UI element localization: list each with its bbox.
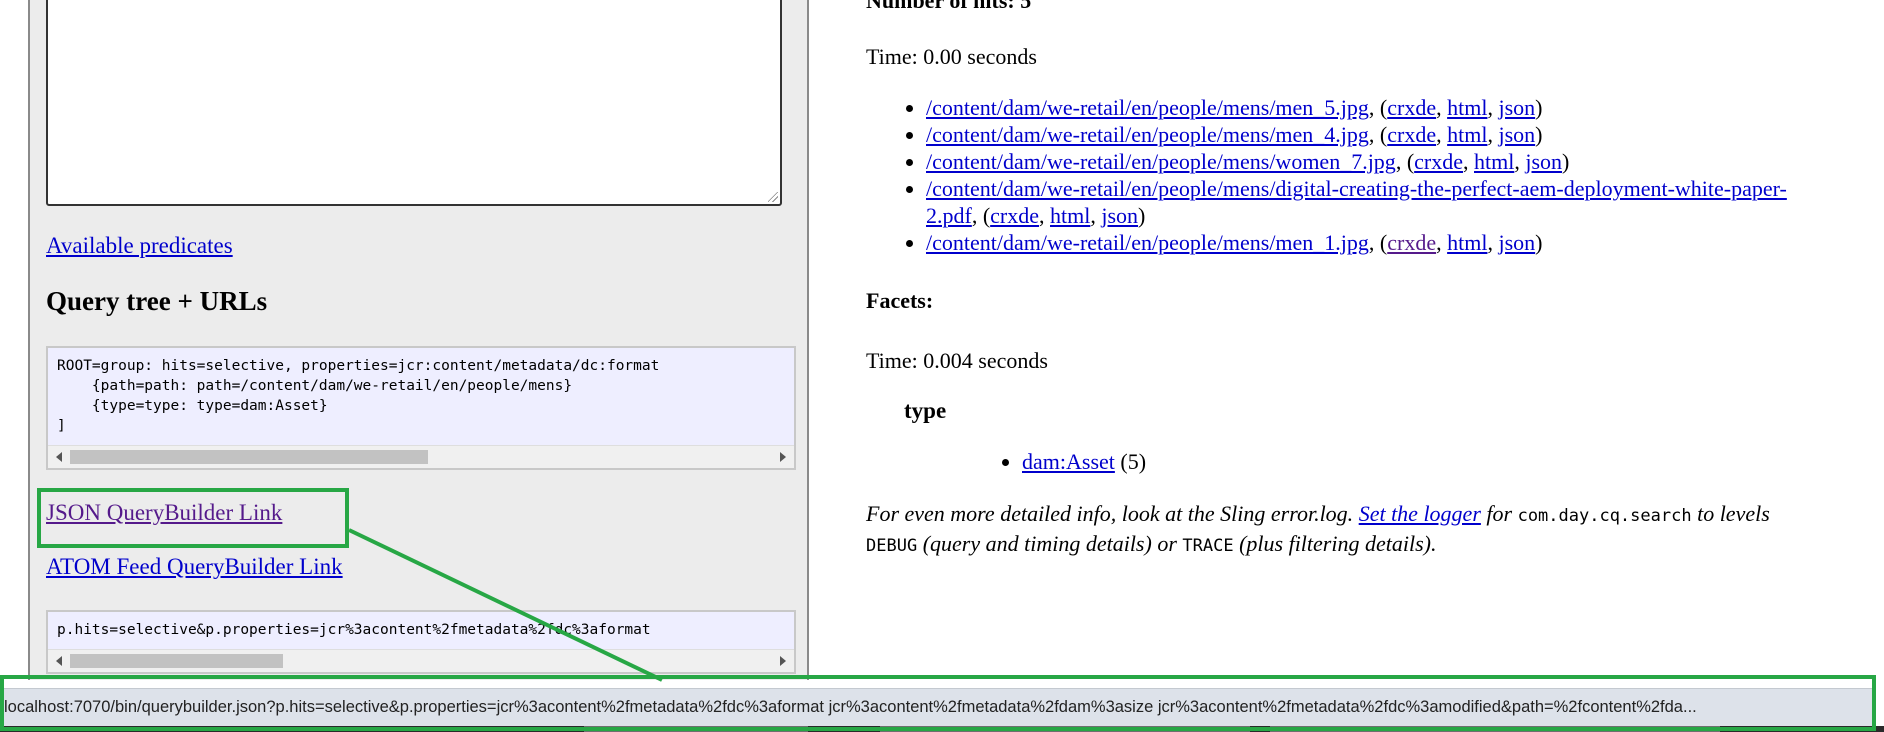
result-path-link[interactable]: /content/dam/we-retail/en/people/mens/wo… [926,149,1396,174]
facet-type-heading: type [904,398,947,423]
params-scrollbar[interactable] [48,649,794,672]
separator: , [1039,203,1051,228]
note-text: (query and timing details) or [917,531,1183,556]
separator: , ( [1368,95,1388,120]
query-tree-scrollbar[interactable] [48,445,794,468]
facet-dam-asset-link[interactable]: dam:Asset [1022,449,1115,474]
separator: , ( [1368,122,1388,147]
html-link[interactable]: html [1447,122,1487,147]
logger-name: com.day.cq.search [1517,506,1692,526]
json-link[interactable]: json [1498,122,1535,147]
facets-heading: Facets: [866,288,934,313]
html-link[interactable]: html [1474,149,1514,174]
facets-time: Time: 0.004 seconds [866,348,1048,373]
separator: , [1514,149,1526,174]
separator: , [1487,230,1499,255]
level-debug: DEBUG [866,536,918,556]
query-time: Time: 0.00 seconds [866,44,1037,69]
list-item: /content/dam/we-retail/en/people/mens/me… [926,121,1826,148]
results-list: /content/dam/we-retail/en/people/mens/me… [866,94,1826,256]
separator: , [1436,122,1448,147]
separator: ) [1535,95,1543,120]
params-code-box: p.hits=selective&p.properties=jcr%3acont… [46,610,796,674]
level-trace: TRACE [1182,536,1234,556]
separator: , [1487,122,1499,147]
query-form-panel: Available predicates Query tree + URLs R… [28,0,809,680]
atom-feed-querybuilder-link[interactable]: ATOM Feed QueryBuilder Link [46,554,343,580]
html-link[interactable]: html [1050,203,1090,228]
separator: , ( [1368,230,1388,255]
crxde-link[interactable]: crxde [1414,149,1463,174]
json-link[interactable]: json [1101,203,1138,228]
separator: ) [1138,203,1146,228]
resize-grip-icon[interactable] [768,192,778,202]
taskbar-segment [584,726,808,732]
separator: , [1436,230,1448,255]
separator: ) [1535,230,1543,255]
note-text: For even more detailed info, look at the… [866,501,1359,526]
scroll-left-arrow-icon[interactable] [56,452,62,462]
list-item: /content/dam/we-retail/en/people/mens/me… [926,94,1826,121]
scroll-thumb[interactable] [70,654,283,668]
json-querybuilder-link[interactable]: JSON QueryBuilder Link [46,500,282,526]
taskbar-strip [0,726,1884,732]
debug-note: For even more detailed info, look at the… [866,500,1826,560]
note-text: for [1480,501,1518,526]
separator: , [1436,95,1448,120]
json-link[interactable]: json [1525,149,1562,174]
browser-status-bar: localhost:7070/bin/querybuilder.json?p.h… [0,688,1872,726]
facet-list: dam:Asset (5) [866,449,1146,475]
list-item: dam:Asset (5) [1022,449,1146,475]
set-logger-link[interactable]: Set the logger [1359,501,1481,526]
result-path-link[interactable]: /content/dam/we-retail/en/people/mens/me… [926,230,1369,255]
separator: ) [1562,149,1570,174]
result-path-link[interactable]: /content/dam/we-retail/en/people/mens/me… [926,95,1369,120]
separator: , [1463,149,1474,174]
separator: , [1487,95,1499,120]
query-tree-heading: Query tree + URLs [46,286,268,316]
result-path-link[interactable]: /content/dam/we-retail/en/people/mens/me… [926,122,1369,147]
scroll-right-arrow-icon[interactable] [780,656,786,666]
separator: , [1090,203,1102,228]
crxde-link[interactable]: crxde [1387,230,1436,255]
scroll-right-arrow-icon[interactable] [780,452,786,462]
separator: , ( [971,203,991,228]
crxde-link[interactable]: crxde [1387,122,1436,147]
json-link[interactable]: json [1498,95,1535,120]
separator: , ( [1395,149,1415,174]
list-item: /content/dam/we-retail/en/people/mens/di… [926,175,1826,229]
html-link[interactable]: html [1447,95,1487,120]
query-tree-code-box: ROOT=group: hits=selective, properties=j… [46,346,796,470]
hits-count: Number of hits: 5 [866,0,1032,13]
available-predicates-link[interactable]: Available predicates [46,233,233,259]
crxde-link[interactable]: crxde [990,203,1039,228]
params-code: p.hits=selective&p.properties=jcr%3acont… [57,622,651,638]
note-text: to levels [1691,501,1770,526]
query-tree-code: ROOT=group: hits=selective, properties=j… [57,358,660,434]
list-item: /content/dam/we-retail/en/people/mens/me… [926,229,1826,256]
crxde-link[interactable]: crxde [1387,95,1436,120]
separator: ) [1535,122,1543,147]
html-link[interactable]: html [1447,230,1487,255]
taskbar-segment [880,726,1250,732]
taskbar-segment [1270,726,1720,732]
list-item: /content/dam/we-retail/en/people/mens/wo… [926,148,1826,175]
scroll-left-arrow-icon[interactable] [56,656,62,666]
note-text: (plus filtering details). [1233,531,1437,556]
scroll-thumb[interactable] [70,450,428,464]
json-link[interactable]: json [1498,230,1535,255]
query-textarea[interactable] [46,0,782,206]
facet-count: (5) [1114,449,1147,474]
